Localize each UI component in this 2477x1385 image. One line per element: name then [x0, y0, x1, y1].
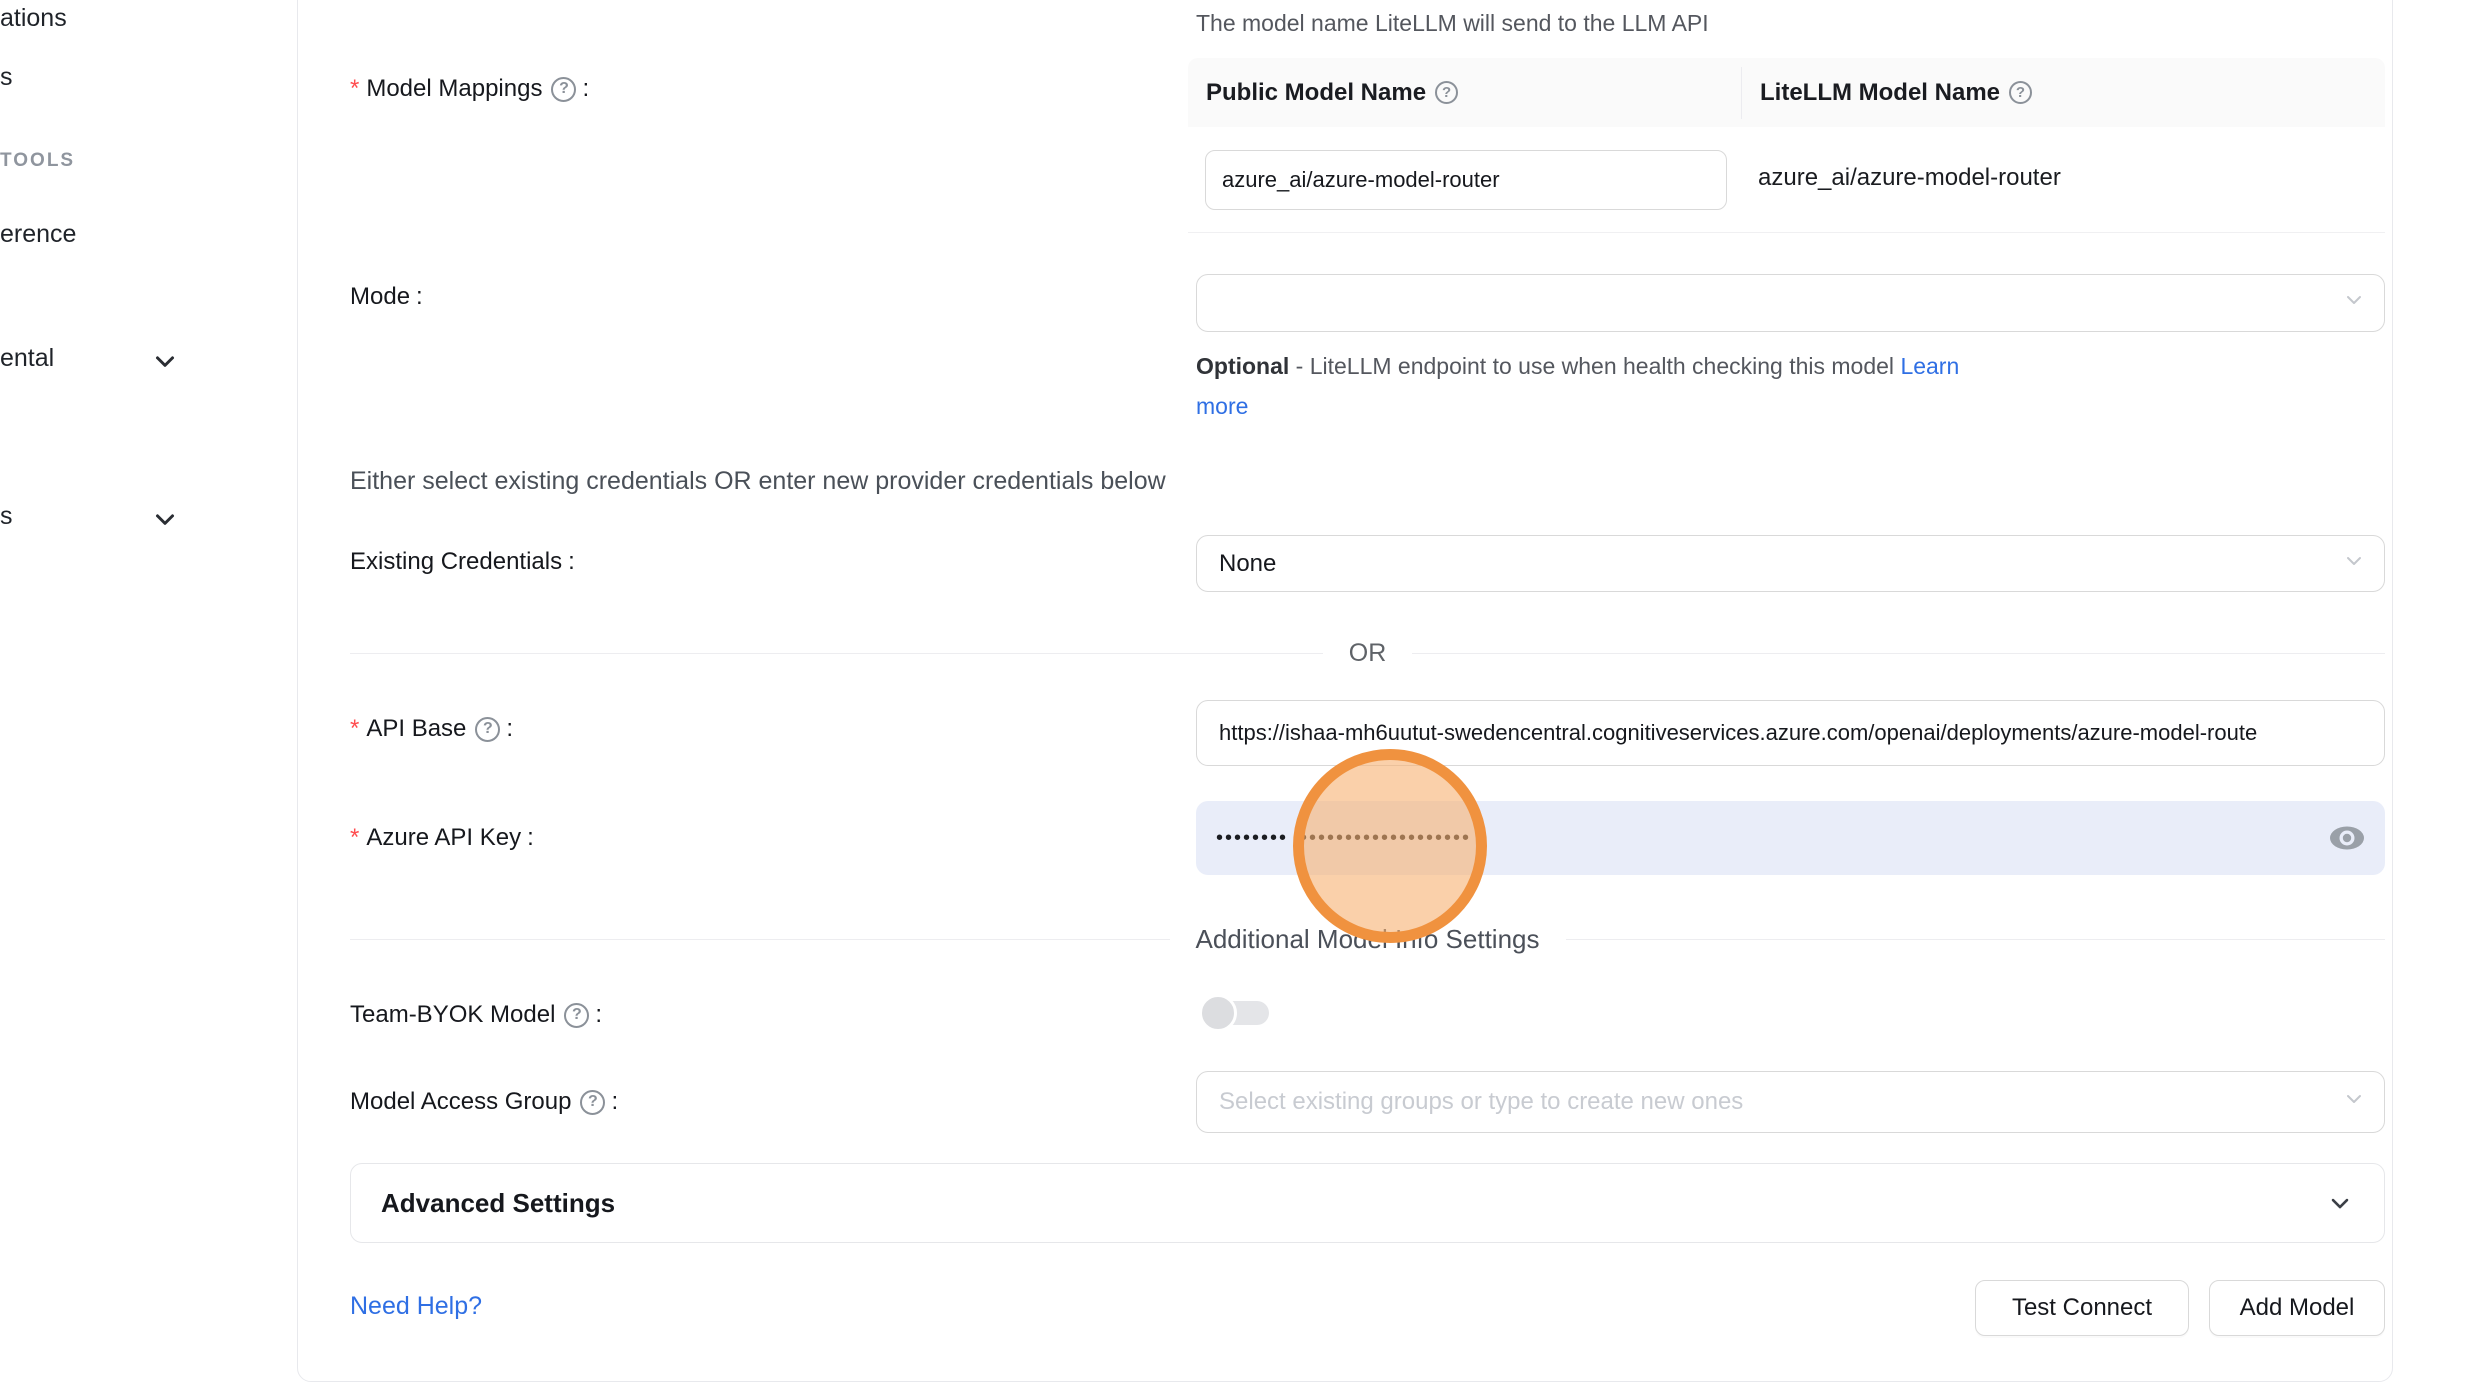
- sidebar-item-settings[interactable]: s: [0, 502, 13, 531]
- credentials-note: Either select existing credentials OR en…: [350, 467, 1166, 496]
- model-access-group-select[interactable]: Select existing groups or type to create…: [1196, 1071, 2385, 1133]
- existing-credentials-select[interactable]: None: [1196, 535, 2385, 592]
- eye-icon[interactable]: [2327, 823, 2367, 853]
- required-mark: *: [350, 824, 359, 852]
- mode-label: Mode :: [350, 283, 423, 311]
- need-help-link[interactable]: Need Help?: [350, 1292, 482, 1321]
- model-mapping-hint: The model name LiteLLM will send to the …: [1196, 10, 1709, 37]
- team-byok-toggle-knob[interactable]: [1199, 994, 1237, 1032]
- sidebar-item-experimental[interactable]: ental: [0, 344, 54, 373]
- test-connect-button[interactable]: Test Connect: [1975, 1280, 2189, 1336]
- azure-api-key-input[interactable]: •••••••• •••••••••••••••••••: [1196, 801, 2385, 875]
- litellm-model-name-value: azure_ai/azure-model-router: [1758, 164, 2061, 192]
- or-divider-text: OR: [1323, 639, 1413, 668]
- model-mappings-label: * Model Mappings ? :: [350, 75, 589, 103]
- api-base-input[interactable]: [1196, 700, 2385, 766]
- question-circle-icon[interactable]: ?: [580, 1090, 605, 1115]
- sidebar-item[interactable]: s: [0, 63, 13, 92]
- advanced-settings-panel[interactable]: Advanced Settings: [350, 1163, 2385, 1243]
- masked-api-key: •••••••• •••••••••••••••••••: [1216, 827, 1471, 850]
- chevron-down-icon: [2342, 1087, 2366, 1118]
- azure-api-key-label: * Azure API Key :: [350, 824, 534, 852]
- mode-help-text: Optional - LiteLLM endpoint to use when …: [1196, 346, 2016, 426]
- model-access-group-placeholder: Select existing groups or type to create…: [1219, 1088, 1743, 1116]
- column-public-model-name: Public Model Name ?: [1188, 79, 1741, 107]
- chevron-down-icon[interactable]: [150, 504, 180, 534]
- public-model-name-input[interactable]: [1205, 150, 1727, 210]
- question-circle-icon[interactable]: ?: [564, 1003, 589, 1028]
- add-model-button[interactable]: Add Model: [2209, 1280, 2385, 1336]
- api-base-label: * API Base ? :: [350, 715, 513, 743]
- chevron-down-icon: [2342, 548, 2366, 579]
- question-circle-icon[interactable]: ?: [475, 717, 500, 742]
- chevron-down-icon: [2326, 1189, 2354, 1217]
- chevron-down-icon: [2342, 288, 2366, 319]
- chevron-down-icon[interactable]: [150, 346, 180, 376]
- existing-credentials-label: Existing Credentials :: [350, 548, 575, 576]
- model-mappings-table-header: Public Model Name ? LiteLLM Model Name ?: [1188, 58, 2385, 127]
- existing-credentials-value: None: [1219, 550, 1276, 578]
- model-access-group-label: Model Access Group ? :: [350, 1088, 618, 1116]
- column-litellm-model-name: LiteLLM Model Name ?: [1741, 67, 2385, 119]
- sidebar-section-tools: TOOLS: [0, 150, 75, 172]
- question-circle-icon[interactable]: ?: [2009, 81, 2032, 104]
- advanced-settings-label: Advanced Settings: [381, 1188, 615, 1219]
- question-circle-icon[interactable]: ?: [1435, 81, 1458, 104]
- team-byok-label: Team-BYOK Model ? :: [350, 1001, 602, 1029]
- mode-select[interactable]: [1196, 274, 2385, 332]
- question-circle-icon[interactable]: ?: [551, 77, 576, 102]
- additional-settings-divider-text: Additional Model Info Settings: [1170, 924, 1566, 955]
- table-row-divider: [1188, 232, 2385, 233]
- required-mark: *: [350, 75, 359, 103]
- additional-settings-divider: Additional Model Info Settings: [350, 925, 2385, 953]
- sidebar-item-organizations[interactable]: ations: [0, 4, 67, 33]
- or-divider: OR: [350, 640, 2385, 666]
- required-mark: *: [350, 715, 359, 743]
- sidebar-item-inference[interactable]: erence: [0, 220, 76, 249]
